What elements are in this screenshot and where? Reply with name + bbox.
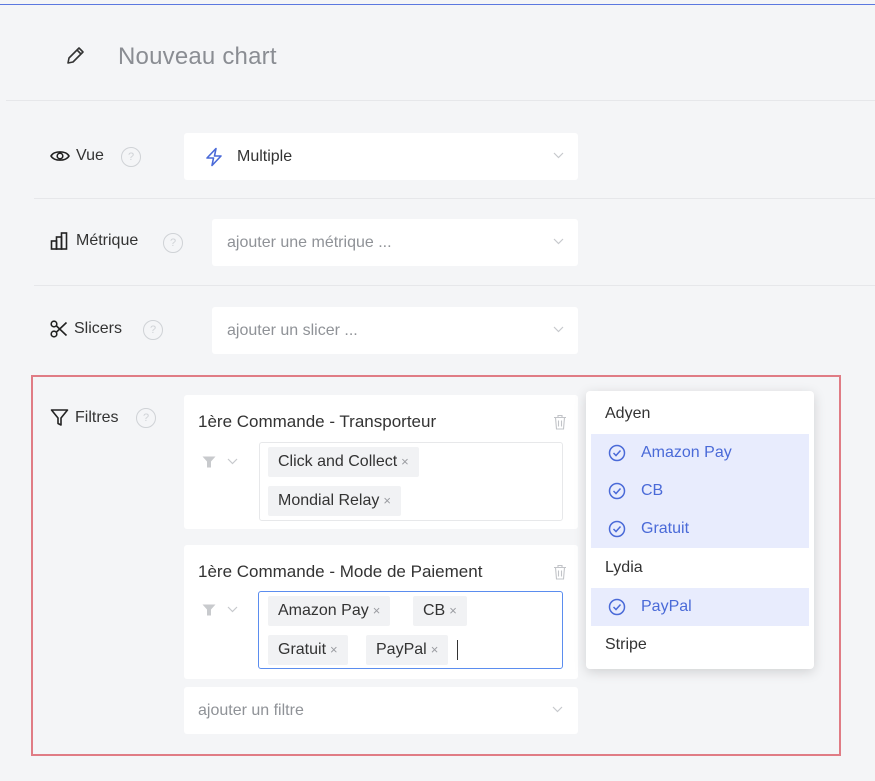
filter-card-mode-paiement: 1ère Commande - Mode de Paiement Amazon …: [184, 545, 578, 679]
dropdown-option-selected[interactable]: CB: [591, 472, 809, 510]
bar-chart-icon: [50, 232, 68, 250]
dropdown-option-selected[interactable]: PayPal: [591, 588, 809, 626]
filter-tag[interactable]: Gratuit ×: [268, 635, 348, 665]
chevron-down-icon: [553, 238, 564, 245]
filter-tag[interactable]: Mondial Relay ×: [268, 486, 401, 516]
dropdown-option-selected[interactable]: Amazon Pay: [591, 434, 809, 472]
tag-remove-icon[interactable]: ×: [431, 642, 439, 657]
dropdown-option-selected[interactable]: Gratuit: [591, 510, 809, 548]
vue-label-text: Vue: [76, 147, 104, 164]
metrique-select[interactable]: ajouter une métrique ...: [212, 219, 578, 266]
chevron-down-icon[interactable]: [227, 458, 238, 465]
filter-tag[interactable]: CB ×: [413, 596, 467, 626]
chart-title[interactable]: Nouveau chart: [118, 43, 277, 71]
chevron-down-icon[interactable]: [227, 606, 238, 613]
check-circle-icon: [608, 520, 626, 538]
add-filter-select[interactable]: ajouter un filtre: [184, 687, 578, 734]
metrique-placeholder: ajouter une métrique ...: [227, 234, 392, 251]
tag-remove-icon[interactable]: ×: [383, 493, 391, 508]
filter-icon: [50, 409, 69, 426]
filtres-help-icon[interactable]: ?: [136, 408, 156, 428]
chevron-down-icon: [553, 326, 564, 333]
trash-icon[interactable]: [553, 564, 567, 580]
filter-type-icon[interactable]: [202, 604, 216, 616]
payment-options-dropdown: Adyen Amazon Pay CB Gratuit Lydia PayPal…: [586, 391, 814, 669]
tag-remove-icon[interactable]: ×: [401, 454, 409, 469]
filter-type-icon[interactable]: [202, 456, 216, 468]
metrique-help-icon[interactable]: ?: [163, 233, 183, 253]
filter-values-field[interactable]: Click and Collect × Mondial Relay ×: [259, 442, 563, 521]
tag-remove-icon[interactable]: ×: [330, 642, 338, 657]
slicers-select[interactable]: ajouter un slicer ...: [212, 307, 578, 354]
lightning-icon: [206, 147, 222, 167]
check-circle-icon: [608, 444, 626, 462]
filter-tag[interactable]: Amazon Pay ×: [268, 596, 391, 626]
divider: [34, 198, 875, 199]
text-caret: [457, 640, 458, 660]
chart-header: Nouveau chart: [6, 5, 875, 101]
filter-title: 1ère Commande - Transporteur: [198, 412, 437, 431]
metrique-label-text: Métrique: [76, 232, 139, 249]
eye-icon: [50, 151, 70, 161]
filter-tag[interactable]: PayPal ×: [366, 635, 449, 665]
vue-value: Multiple: [237, 148, 293, 165]
slicers-label-text: Slicers: [74, 320, 123, 337]
filter-tag[interactable]: Click and Collect ×: [268, 447, 419, 477]
metrique-label: Métrique: [50, 232, 138, 250]
filtres-label-text: Filtres: [75, 408, 119, 426]
filter-values-field[interactable]: Amazon Pay × CB × Gratuit × PayPal ×: [258, 591, 563, 669]
pencil-icon[interactable]: [64, 45, 86, 67]
dropdown-option[interactable]: Adyen: [586, 395, 814, 433]
divider: [34, 285, 875, 286]
scissors-icon: [50, 320, 68, 338]
vue-select[interactable]: Multiple: [184, 133, 578, 180]
tag-remove-icon[interactable]: ×: [449, 603, 457, 618]
dropdown-option[interactable]: Stripe: [586, 626, 814, 664]
filter-title: 1ère Commande - Mode de Paiement: [198, 562, 483, 581]
vue-help-icon[interactable]: ?: [121, 147, 141, 167]
filter-card-transporteur: 1ère Commande - Transporteur Click and C…: [184, 395, 578, 529]
check-circle-icon: [608, 598, 626, 616]
slicers-help-icon[interactable]: ?: [143, 320, 163, 340]
dropdown-option[interactable]: Lydia: [586, 549, 814, 587]
chevron-down-icon: [553, 152, 564, 159]
chevron-down-icon: [552, 706, 563, 713]
vue-label: Vue: [50, 147, 104, 165]
filtres-label: Filtres: [50, 408, 119, 427]
slicers-placeholder: ajouter un slicer ...: [227, 322, 358, 339]
trash-icon[interactable]: [553, 414, 567, 430]
tag-remove-icon[interactable]: ×: [373, 603, 381, 618]
slicers-label: Slicers: [50, 320, 122, 338]
add-filter-placeholder: ajouter un filtre: [198, 702, 304, 719]
check-circle-icon: [608, 482, 626, 500]
